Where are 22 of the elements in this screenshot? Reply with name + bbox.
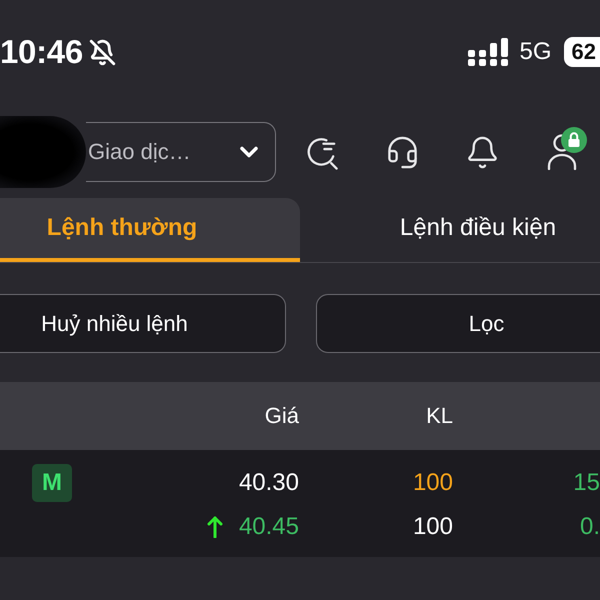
filter-button[interactable]: Lọc <box>316 294 600 353</box>
cancel-orders-button[interactable]: Huỷ nhiều lệnh <box>0 294 286 353</box>
signal-icon <box>468 38 508 66</box>
column-header: KL <box>426 403 453 429</box>
table-cell: 15 <box>573 468 600 498</box>
order-type-badge: M <box>32 464 72 502</box>
table-cell: 0. <box>580 512 600 542</box>
status-time: 10:46 <box>0 34 83 70</box>
volume-value: 100 <box>412 512 453 542</box>
battery-indicator: 62 <box>564 37 600 67</box>
user-lock-icon[interactable] <box>545 126 587 170</box>
account-dropdown[interactable]: Giao dịc… <box>86 122 276 182</box>
table-row[interactable]: M 40.30 100 15 40.45 100 0. <box>0 450 600 557</box>
order-tab[interactable]: Lệnh thường <box>0 198 300 262</box>
network-type: 5G <box>520 38 552 66</box>
price-value: 40.45 <box>238 512 299 542</box>
volume-value: 100 <box>412 468 453 498</box>
price-value: 40.30 <box>238 468 299 498</box>
column-header: Giá <box>264 403 299 429</box>
bell-icon[interactable] <box>465 134 500 170</box>
headset-icon[interactable] <box>385 134 420 170</box>
order-tab[interactable]: Lệnh điều kiện <box>300 198 600 262</box>
